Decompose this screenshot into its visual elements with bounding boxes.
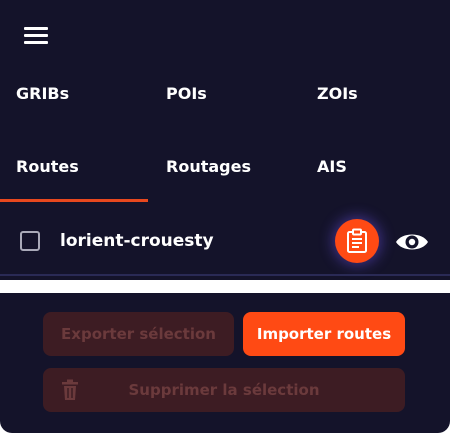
clipboard-icon <box>347 228 367 253</box>
tab-routages[interactable]: Routages <box>166 157 251 177</box>
route-actions-bar: Exporter sélection Importer routes Suppr… <box>0 293 450 433</box>
delete-selection-label: Supprimer la sélection <box>128 381 320 399</box>
tab-pois[interactable]: POIs <box>166 84 207 104</box>
route-list-item: lorient-crouesty <box>0 208 450 274</box>
tab-gribs[interactable]: GRIBs <box>16 84 69 104</box>
eye-icon <box>396 234 428 250</box>
row-divider <box>0 274 450 276</box>
tab-zois[interactable]: ZOIs <box>317 84 358 104</box>
route-name: lorient-crouesty <box>60 231 214 251</box>
hamburger-menu-icon-line <box>24 41 48 44</box>
delete-selection-button[interactable]: Supprimer la sélection <box>43 368 405 412</box>
tab-routes[interactable]: Routes <box>16 157 79 177</box>
route-visibility-toggle[interactable] <box>394 228 430 256</box>
hamburger-menu-button[interactable] <box>18 24 52 48</box>
active-tab-indicator <box>0 199 148 202</box>
hamburger-menu-icon-line <box>24 34 48 37</box>
trash-icon <box>62 379 78 400</box>
tab-ais[interactable]: AIS <box>317 157 347 177</box>
route-details-button[interactable] <box>335 219 379 263</box>
hamburger-menu-icon-line <box>24 27 48 30</box>
layer-panel: GRIBs POIs ZOIs Routes Routages AIS lori… <box>0 0 450 280</box>
export-selection-button[interactable]: Exporter sélection <box>43 312 234 356</box>
import-routes-button[interactable]: Importer routes <box>243 312 405 356</box>
route-select-checkbox[interactable] <box>20 231 40 251</box>
